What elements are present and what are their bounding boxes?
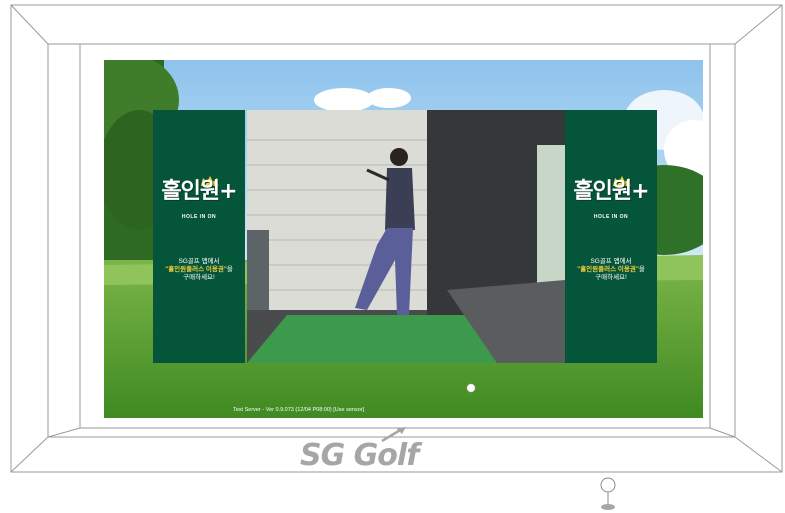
- promo-panel-right: 홀인원+ HOLE IN ON SG골프 앱에서 "홀인원플러스 이용권"을 구…: [565, 110, 657, 363]
- promo-logo: 홀인원+: [161, 179, 237, 204]
- promo-panel-left: 홀인원+ HOLE IN ON SG골프 앱에서 "홀인원플러스 이용권"을 구…: [153, 110, 245, 363]
- promo-message: SG골프 앱에서 "홀인원플러스 이용권"을 구매하세요!: [577, 258, 645, 281]
- server-version-status: Test Server - Ver 0.9.073 (12/04 P08:00)…: [233, 407, 365, 413]
- location-pin-icon[interactable]: [598, 477, 618, 511]
- promo-logo: 홀인원+: [573, 179, 649, 204]
- promo-logo-subtitle: HOLE IN ON: [593, 214, 629, 220]
- swing-video-replay: [247, 110, 565, 363]
- brand-logo: SG Golf: [300, 438, 419, 473]
- golf-ball-icon: [466, 383, 476, 393]
- promo-message: SG골프 앱에서 "홀인원플러스 이용권"을 구매하세요!: [165, 258, 233, 281]
- promo-logo-subtitle: HOLE IN ON: [181, 214, 217, 220]
